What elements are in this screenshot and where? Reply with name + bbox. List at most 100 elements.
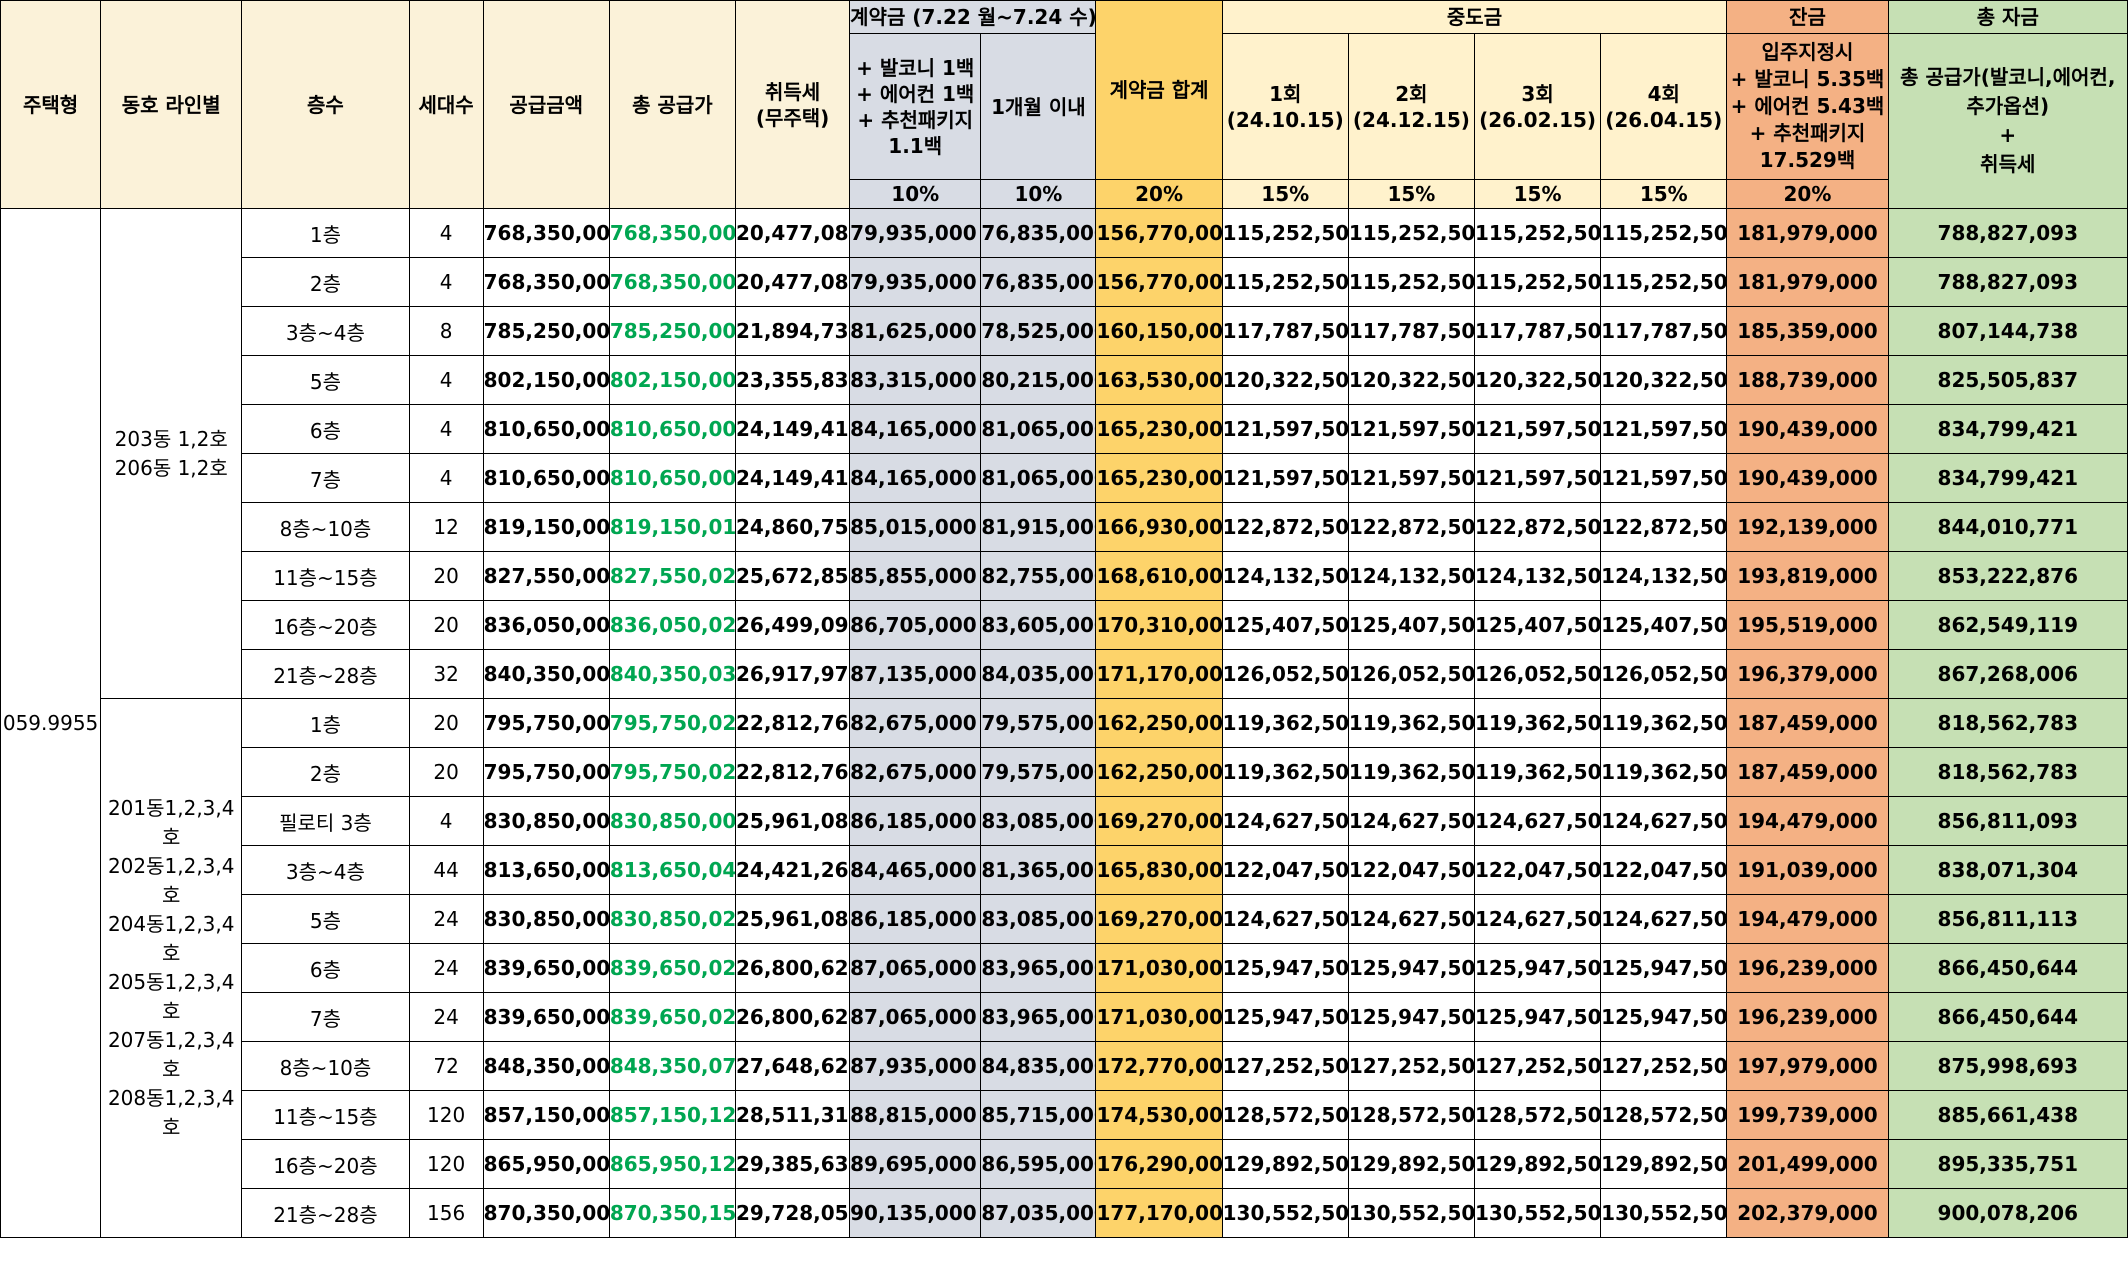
- middle-2-cell: 121,597,500: [1347, 453, 1475, 503]
- balance-cell: 197,979,000: [1726, 1041, 1889, 1091]
- acquisition-tax-cell: 26,800,620: [734, 992, 851, 1042]
- table-row: 필로티 3층4830,850,000830,850,00425,961,0898…: [1, 796, 2128, 846]
- middle-4-cell: 121,597,500: [1600, 404, 1728, 454]
- table-row: 21층~28층156870,350,000870,350,15629,728,0…: [1, 1188, 2128, 1238]
- total-supply-cell: 830,850,024: [608, 894, 736, 944]
- supply-amount-cell: 865,950,000: [482, 1139, 610, 1189]
- header-middle-4: 4회 (26.04.15): [1600, 33, 1728, 180]
- header-total-fund: 총 자금: [1887, 0, 2128, 34]
- total-fund-cell: 788,827,093: [1887, 257, 2128, 307]
- balance-cell: 188,739,000: [1726, 355, 1889, 405]
- units-cell: 4: [408, 355, 484, 405]
- supply-amount-cell: 839,650,000: [482, 992, 610, 1042]
- middle-1-cell: 129,892,500: [1221, 1139, 1349, 1189]
- floor-cell: 2층: [241, 747, 410, 797]
- balance-cell: 192,139,000: [1726, 502, 1889, 552]
- middle-2-cell: 119,362,500: [1347, 698, 1475, 748]
- total-supply-cell: 827,550,020: [608, 551, 736, 601]
- price-schedule-table: 주택형 동호 라인별 층수 세대수 공급금액 총 공급가 취득세 (무주택) 계…: [0, 0, 2128, 1238]
- units-cell: 44: [408, 845, 484, 895]
- balance-cell: 196,379,000: [1726, 649, 1889, 699]
- units-cell: 24: [408, 992, 484, 1042]
- middle-2-cell: 125,407,500: [1347, 600, 1475, 650]
- deposit-1-cell: 87,065,000: [849, 943, 982, 993]
- supply-amount-cell: 810,650,000: [482, 404, 610, 454]
- total-supply-cell: 848,350,072: [608, 1041, 736, 1091]
- middle-2-cell: 117,787,500: [1347, 306, 1475, 356]
- header-pct-middle-2: 15%: [1347, 179, 1475, 209]
- middle-3-cell: 121,597,500: [1473, 404, 1602, 454]
- deposit-total-cell: 165,230,000: [1095, 453, 1223, 503]
- total-fund-cell: 834,799,421: [1887, 453, 2128, 503]
- acquisition-tax-cell: 25,961,089: [734, 796, 851, 846]
- header-deposit-options: + 발코니 1백 + 에어컨 1백 + 추천패키지 1.1백: [849, 33, 982, 180]
- middle-4-cell: 124,132,500: [1600, 551, 1728, 601]
- middle-2-cell: 127,252,500: [1347, 1041, 1475, 1091]
- middle-2-cell: 122,872,500: [1347, 502, 1475, 552]
- units-cell: 24: [408, 894, 484, 944]
- floor-cell: 21층~28층: [241, 1188, 410, 1238]
- table-row: 21층~28층32840,350,000840,350,03226,917,97…: [1, 649, 2128, 699]
- header-units: 세대수: [408, 0, 484, 209]
- middle-4-cell: 115,252,500: [1600, 208, 1728, 258]
- middle-1-cell: 121,597,500: [1221, 404, 1349, 454]
- deposit-1-cell: 87,935,000: [849, 1041, 982, 1091]
- middle-2-cell: 120,322,500: [1347, 355, 1475, 405]
- middle-1-cell: 128,572,500: [1221, 1090, 1349, 1140]
- deposit-2-cell: 82,755,000: [980, 551, 1097, 601]
- deposit-total-cell: 165,230,000: [1095, 404, 1223, 454]
- middle-2-cell: 130,552,500: [1347, 1188, 1475, 1238]
- deposit-2-cell: 81,365,000: [980, 845, 1097, 895]
- deposit-1-cell: 79,935,000: [849, 257, 982, 307]
- deposit-total-cell: 176,290,000: [1095, 1139, 1223, 1189]
- floor-cell: 3층~4층: [241, 845, 410, 895]
- deposit-total-cell: 169,270,000: [1095, 894, 1223, 944]
- total-supply-cell: 830,850,004: [608, 796, 736, 846]
- header-middle-1: 1회 (24.10.15): [1221, 33, 1349, 180]
- middle-2-cell: 115,252,500: [1347, 257, 1475, 307]
- total-fund-cell: 866,450,644: [1887, 943, 2128, 993]
- deposit-1-cell: 85,855,000: [849, 551, 982, 601]
- supply-amount-cell: 830,850,000: [482, 894, 610, 944]
- deposit-1-cell: 79,935,000: [849, 208, 982, 258]
- table-row: 16층~20층20836,050,000836,050,02026,499,09…: [1, 600, 2128, 650]
- middle-2-cell: 122,047,500: [1347, 845, 1475, 895]
- table-row: 5층24830,850,000830,850,02425,961,08986,1…: [1, 894, 2128, 944]
- acquisition-tax-cell: 24,149,417: [734, 453, 851, 503]
- middle-1-cell: 124,627,500: [1221, 796, 1349, 846]
- total-supply-cell: 857,150,120: [608, 1090, 736, 1140]
- total-supply-cell: 802,150,004: [608, 355, 736, 405]
- supply-amount-cell: 848,350,000: [482, 1041, 610, 1091]
- deposit-1-cell: 82,675,000: [849, 698, 982, 748]
- middle-1-cell: 119,362,500: [1221, 698, 1349, 748]
- units-cell: 32: [408, 649, 484, 699]
- header-house-type: 주택형: [0, 0, 102, 209]
- acquisition-tax-cell: 22,812,763: [734, 747, 851, 797]
- acquisition-tax-cell: 25,961,089: [734, 894, 851, 944]
- deposit-1-cell: 85,015,000: [849, 502, 982, 552]
- total-fund-cell: 875,998,693: [1887, 1041, 2128, 1091]
- supply-amount-cell: 795,750,000: [482, 747, 610, 797]
- table-row: 6층24839,650,000839,650,02426,800,62087,0…: [1, 943, 2128, 993]
- units-cell: 4: [408, 796, 484, 846]
- total-fund-cell: 834,799,421: [1887, 404, 2128, 454]
- acquisition-tax-cell: 24,149,417: [734, 404, 851, 454]
- middle-1-cell: 119,362,500: [1221, 747, 1349, 797]
- header-middle-2: 2회 (24.12.15): [1347, 33, 1475, 180]
- header-pct-middle-4: 15%: [1600, 179, 1728, 209]
- middle-3-cell: 115,252,500: [1473, 208, 1602, 258]
- deposit-total-cell: 168,610,000: [1095, 551, 1223, 601]
- deposit-total-cell: 169,270,000: [1095, 796, 1223, 846]
- supply-amount-cell: 827,550,000: [482, 551, 610, 601]
- deposit-total-cell: 171,030,000: [1095, 943, 1223, 993]
- building-line-cell: 203동 1,2호 206동 1,2호: [100, 208, 243, 699]
- total-fund-cell: 788,827,093: [1887, 208, 2128, 258]
- deposit-2-cell: 81,065,000: [980, 404, 1097, 454]
- middle-1-cell: 125,947,500: [1221, 943, 1349, 993]
- middle-4-cell: 115,252,500: [1600, 257, 1728, 307]
- total-supply-cell: 795,750,020: [608, 747, 736, 797]
- middle-2-cell: 126,052,500: [1347, 649, 1475, 699]
- middle-4-cell: 122,872,500: [1600, 502, 1728, 552]
- units-cell: 8: [408, 306, 484, 356]
- floor-cell: 8층~10층: [241, 502, 410, 552]
